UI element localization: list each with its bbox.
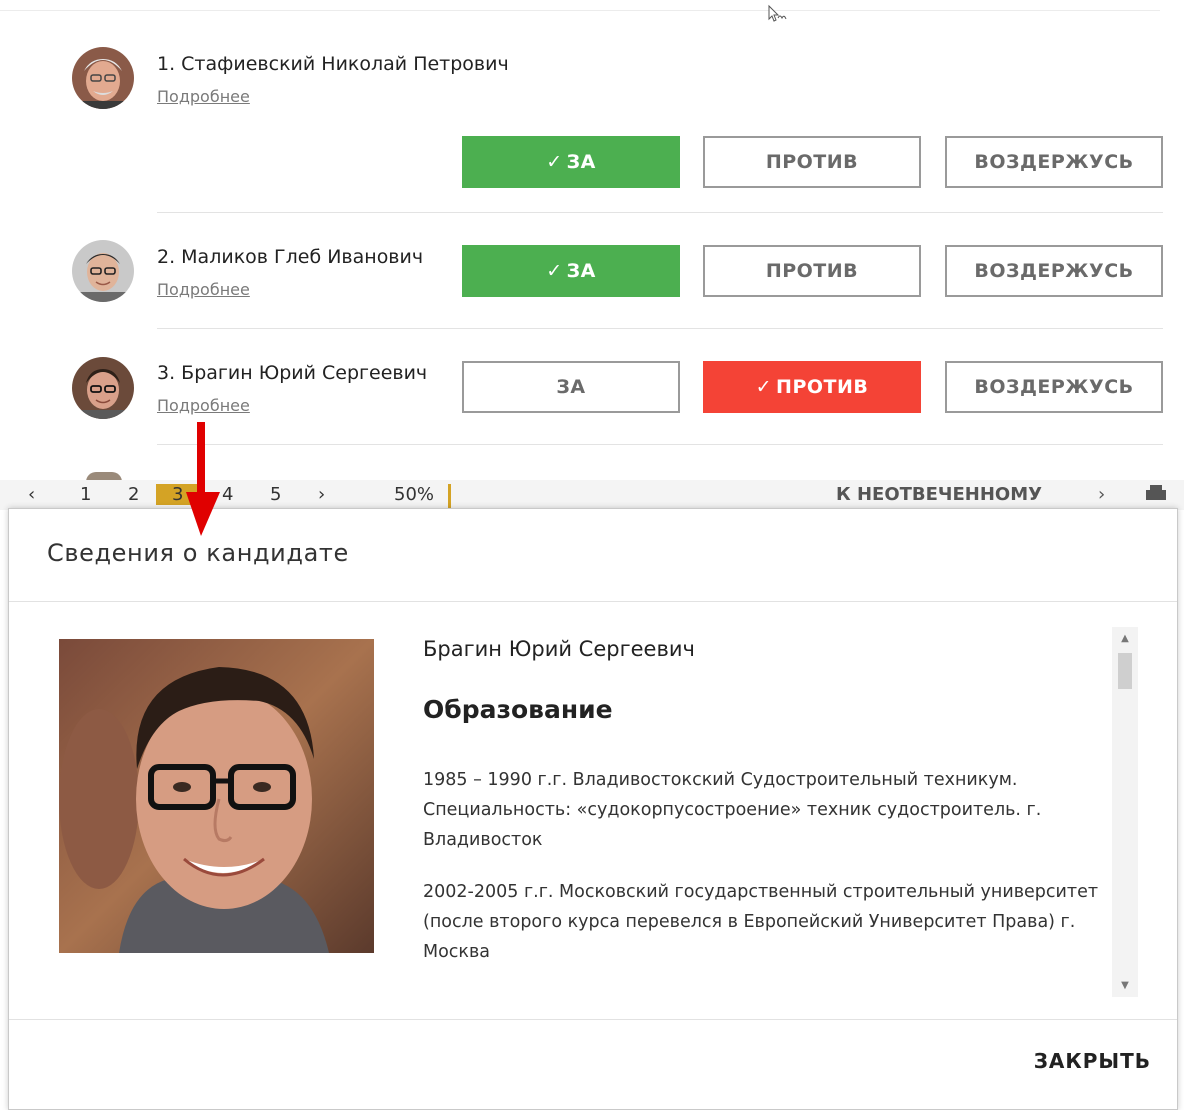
candidate-avatar-2 [72, 240, 134, 302]
check-icon: ✓ [546, 260, 563, 282]
candidate-avatar-3 [72, 357, 134, 419]
red-down-arrow-icon [178, 420, 228, 540]
prev-page-icon[interactable]: ‹ [28, 484, 35, 505]
vote-for-button-3[interactable]: ЗА [462, 361, 680, 413]
vote-abstain-label: ВОЗДЕРЖУСЬ [974, 151, 1134, 173]
check-icon: ✓ [755, 376, 773, 398]
page-1[interactable]: 1 [80, 484, 91, 505]
unanswered-link[interactable]: К НЕОТВЕЧЕННОМУ [836, 484, 1042, 505]
scroll-thumb[interactable] [1118, 653, 1132, 689]
details-link-2[interactable]: Подробнее [157, 280, 250, 299]
vote-against-label: ПРОТИВ [765, 260, 859, 282]
row-divider [157, 328, 1163, 329]
vote-against-button-2[interactable]: ПРОТИВ [703, 245, 921, 297]
modal-footer-divider [9, 1019, 1177, 1020]
section-heading-education: Образование [423, 695, 613, 724]
candidate-name-3: 3. Брагин Юрий Сергеевич [157, 362, 428, 384]
chevron-right-icon: › [1098, 484, 1106, 505]
scroll-up-icon[interactable]: ▲ [1112, 633, 1138, 644]
vote-for-label: ЗА [566, 151, 596, 173]
page-2[interactable]: 2 [128, 484, 139, 505]
candidate-full-name: Брагин Юрий Сергеевич [423, 637, 695, 661]
progress-label: 50% [394, 484, 435, 505]
vote-for-button-2[interactable]: ✓ ЗА [462, 245, 680, 297]
modal-title: Сведения о кандидате [47, 539, 349, 567]
vote-abstain-label: ВОЗДЕРЖУСЬ [974, 376, 1134, 398]
candidate-name-2: 2. Маликов Глеб Иванович [157, 246, 424, 268]
row-divider [157, 212, 1163, 213]
vote-abstain-button-2[interactable]: ВОЗДЕРЖУСЬ [945, 245, 1163, 297]
next-page-icon[interactable]: › [318, 484, 325, 505]
education-paragraph-2: 2002-2005 г.г. Московский государственны… [423, 882, 1099, 962]
vote-abstain-button-1[interactable]: ВОЗДЕРЖУСЬ [945, 136, 1163, 188]
progress-indicator: 50% [394, 484, 451, 508]
print-icon[interactable] [1144, 484, 1168, 509]
row-divider [157, 444, 1163, 445]
vote-against-label: ПРОТИВ [776, 376, 869, 398]
vote-for-label: ЗА [556, 376, 586, 398]
page-5[interactable]: 5 [270, 484, 281, 505]
candidate-photo [59, 639, 374, 953]
vote-for-button-1[interactable]: ✓ ЗА [462, 136, 680, 188]
candidate-details-content: Брагин Юрий Сергеевич Образование 1985 –… [421, 629, 1111, 999]
modal-header-divider [9, 601, 1177, 602]
vote-against-button-1[interactable]: ПРОТИВ [703, 136, 921, 188]
vote-abstain-label: ВОЗДЕРЖУСЬ [974, 260, 1134, 282]
vote-against-button-3[interactable]: ✓ ПРОТИВ [703, 361, 921, 413]
candidate-info-modal: Сведения о кандидате Брагин Юрий Сергеев… [8, 508, 1178, 1110]
close-button[interactable]: ЗАКРЫТЬ [1034, 1049, 1151, 1073]
scroll-down-icon[interactable]: ▼ [1112, 980, 1138, 991]
mouse-cursor-icon [766, 4, 788, 30]
top-divider [0, 10, 1160, 11]
details-link-1[interactable]: Подробнее [157, 87, 250, 106]
education-paragraph-1: 1985 – 1990 г.г. Владивостокский Судостр… [423, 770, 1042, 850]
check-icon: ✓ [546, 151, 563, 173]
content-scrollbar[interactable]: ▲ ▼ [1112, 627, 1138, 997]
candidate-avatar-1 [72, 47, 134, 109]
vote-abstain-button-3[interactable]: ВОЗДЕРЖУСЬ [945, 361, 1163, 413]
vote-for-label: ЗА [566, 260, 596, 282]
details-link-3[interactable]: Подробнее [157, 396, 250, 415]
vote-against-label: ПРОТИВ [765, 151, 859, 173]
candidate-name-1: 1. Стафиевский Николай Петрович [157, 53, 509, 75]
